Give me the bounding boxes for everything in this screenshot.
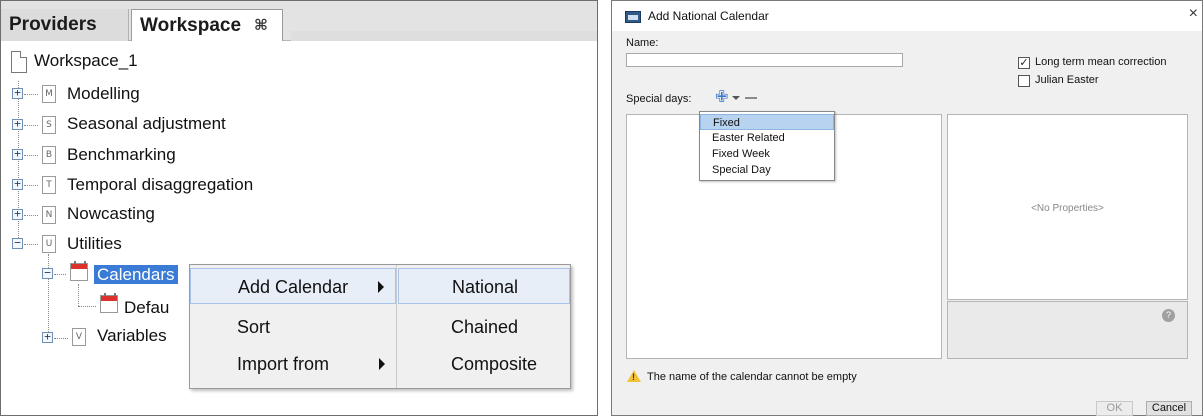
no-properties-text: <No Properties> [1031,203,1104,214]
chevron-down-icon[interactable] [732,96,740,100]
calendar-icon [100,293,118,313]
dropdown-item-fixed[interactable]: Fixed [700,114,834,130]
dropdown-item-fixed-week[interactable]: Fixed Week [700,146,834,162]
tab-workspace-label: Workspace [140,15,242,36]
tree-node-seasonal-adjustment[interactable]: Seasonal adjustment [67,111,226,137]
calendar-icon [70,261,88,281]
workspace-explorer: Providers Workspace ⌘ Workspace_1 + M Mo… [0,0,598,416]
close-icon[interactable]: × [1189,5,1198,23]
expand-icon[interactable]: + [12,178,23,190]
close-tab-icon[interactable]: ⌘ [254,10,268,42]
expand-icon[interactable]: + [12,208,23,220]
add-national-calendar-dialog: Add National Calendar × Name: ✓ Long ter… [611,0,1203,416]
benchmarking-doc-icon: B [42,146,56,164]
collapse-icon[interactable]: − [12,237,23,249]
collapse-icon[interactable]: − [42,267,53,279]
tree-node-benchmarking[interactable]: Benchmarking [67,142,176,168]
special-days-label: Special days: [626,93,692,105]
remove-special-day-icon[interactable] [745,97,757,99]
tree-node-workspace-root[interactable]: Workspace_1 [34,48,138,74]
tab-providers[interactable]: Providers [1,9,129,41]
composite-label: Composite [451,354,538,374]
name-label: Name: [626,37,659,49]
tab-strip-filler [291,31,597,41]
import-from-label: Import from [237,354,330,374]
long-term-mean-correction-checkbox[interactable]: ✓ [1018,57,1030,69]
tree-node-variables[interactable]: Variables [97,323,167,349]
utilities-doc-icon: U [42,235,56,253]
calendars-label: Calendars [94,265,178,284]
help-icon[interactable]: ? [1162,309,1175,322]
explorer-tab-bar: Providers Workspace ⌘ [1,1,597,41]
tree-node-modelling[interactable]: Modelling [67,81,140,107]
expand-icon[interactable]: + [42,331,53,343]
tree-node-utilities[interactable]: Utilities [67,231,122,257]
expand-icon[interactable]: + [12,148,23,160]
workspace-document-icon [11,51,27,73]
tree-node-default[interactable]: Defau [124,295,169,321]
sort-label: Sort [237,317,271,337]
warning-message: The name of the calendar cannot be empty [647,371,857,383]
ok-button[interactable]: OK [1096,401,1133,416]
add-special-day-icon[interactable]: ✙ [715,90,728,106]
national-label: National [452,277,519,297]
menu-item-sort[interactable]: Sort [190,309,396,345]
context-menu-main: Add Calendar Sort Import from [190,265,397,388]
dialog-titlebar: Add National Calendar × [612,1,1202,31]
nowcasting-doc-icon: N [42,206,56,224]
seasonal-adjustment-doc-icon: S [42,116,56,134]
dropdown-item-special-day[interactable]: Special Day [700,162,834,178]
dropdown-item-easter-related[interactable]: Easter Related [700,130,834,146]
submenu-item-composite[interactable]: Composite [398,346,570,382]
julian-easter-checkbox[interactable] [1018,75,1030,87]
dialog-title: Add National Calendar [648,9,769,23]
properties-description-panel: ? [947,301,1188,359]
context-menu: Add Calendar Sort Import from National C… [189,264,571,389]
special-day-type-dropdown: Fixed Easter Related Fixed Week Special … [699,111,835,181]
menu-item-import-from[interactable]: Import from [190,346,396,382]
add-calendar-label: Add Calendar [238,277,349,297]
long-term-mean-correction-label: Long term mean correction [1035,56,1167,68]
cancel-button[interactable]: Cancel [1146,401,1192,416]
tree-node-nowcasting[interactable]: Nowcasting [67,201,155,227]
tab-providers-label: Providers [9,14,97,35]
tab-workspace[interactable]: Workspace ⌘ [131,9,283,41]
properties-panel: <No Properties> [947,114,1188,300]
submenu-item-chained[interactable]: Chained [398,309,570,345]
warning-icon-mark: ! [632,372,635,382]
submenu-arrow-icon [378,281,384,293]
add-calendar-submenu: National Chained Composite [398,265,570,388]
expand-icon[interactable]: + [12,118,23,130]
tree-node-calendars[interactable]: Calendars [94,262,178,288]
julian-easter-label: Julian Easter [1035,74,1099,86]
temporal-disaggregation-doc-icon: T [42,176,56,194]
chained-label: Chained [451,317,519,337]
submenu-item-national[interactable]: National [398,268,570,304]
modelling-doc-icon: M [42,85,56,103]
name-field[interactable] [626,53,903,67]
window-icon [625,11,641,23]
expand-icon[interactable]: + [12,87,23,99]
tree-node-temporal-disaggregation[interactable]: Temporal disaggregation [67,172,253,198]
variables-doc-icon: V [72,328,86,346]
submenu-arrow-icon [379,358,385,370]
menu-item-add-calendar[interactable]: Add Calendar [190,268,396,304]
